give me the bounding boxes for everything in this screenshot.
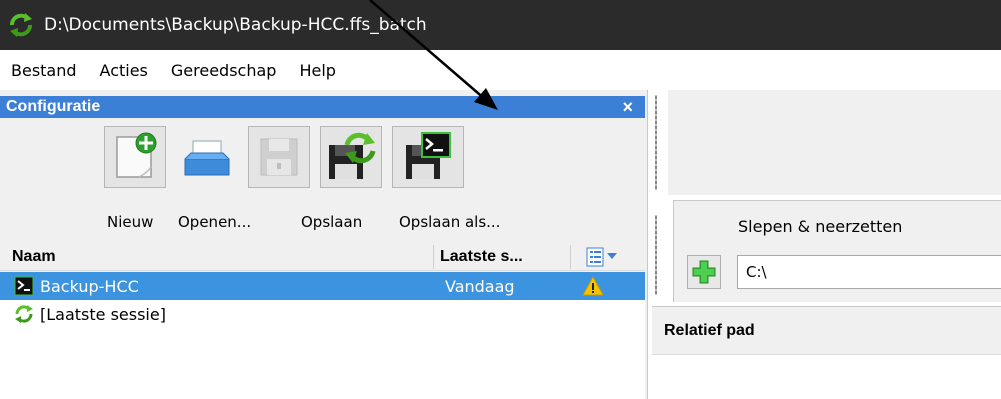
results-header: Relatief pad	[652, 307, 1001, 355]
config-row-backup-hcc[interactable]: Backup-HCC Vandaag	[0, 272, 645, 300]
batch-config-icon	[14, 276, 34, 296]
title-bar: D:\Documents\Backup\Backup-HCC.ffs_batch	[0, 0, 1001, 50]
save-button[interactable]	[248, 126, 310, 188]
menu-bar: Bestand Acties Gereedschap Help	[0, 50, 1001, 90]
config-row-last-sync: Vandaag	[445, 276, 515, 296]
panel-splitter[interactable]	[652, 95, 660, 190]
save-as-batch-icon	[406, 132, 451, 179]
menu-bestand[interactable]: Bestand	[8, 59, 80, 82]
config-row-name: [Laatste sessie]	[40, 304, 166, 324]
save-as-label: Opslaan als...	[399, 213, 501, 231]
warning-icon	[582, 276, 604, 296]
folder-path-input[interactable]	[737, 255, 1001, 289]
sync-icon	[15, 305, 33, 323]
drag-drop-label: Slepen & neerzetten	[738, 217, 903, 236]
save-label: Opslaan	[301, 213, 363, 231]
column-name-header[interactable]: Naam	[12, 248, 56, 266]
panel-splitter[interactable]	[652, 215, 660, 295]
menu-gereedschap[interactable]: Gereedschap	[168, 59, 280, 82]
config-list: Backup-HCC Vandaag [Laatste sessie]	[0, 272, 645, 399]
configuration-panel: Configuratie × Nieuw Openen... Opslaan O…	[0, 90, 648, 399]
open-icon	[184, 140, 230, 176]
column-divider[interactable]	[570, 245, 571, 269]
config-list-header: Naam Laatste s...	[0, 243, 645, 271]
column-last-sync-header[interactable]: Laatste s...	[440, 248, 523, 266]
results-panel: Relatief pad	[652, 306, 1001, 399]
window-title: D:\Documents\Backup\Backup-HCC.ffs_batch	[44, 15, 427, 35]
open-label: Openen...	[178, 213, 252, 231]
column-options-icon[interactable]	[585, 246, 623, 268]
save-as-button[interactable]	[320, 126, 382, 188]
config-row-name: Backup-HCC	[40, 276, 139, 296]
config-row-last-session[interactable]: [Laatste sessie]	[0, 300, 645, 328]
save-as-batch-button[interactable]	[392, 126, 464, 188]
column-divider[interactable]	[433, 245, 434, 269]
open-button[interactable]	[176, 126, 238, 188]
relative-path-column-header[interactable]: Relatief pad	[664, 322, 755, 340]
menu-acties[interactable]: Acties	[97, 59, 151, 82]
save-icon	[260, 138, 298, 176]
new-config-button[interactable]	[104, 126, 166, 188]
save-as-icon	[329, 132, 376, 179]
folder-pair-panel: Slepen & neerzetten	[673, 200, 1001, 302]
close-panel-button[interactable]: ×	[622, 96, 633, 118]
add-folder-pair-button[interactable]	[687, 255, 721, 289]
new-config-label: Nieuw	[107, 213, 154, 231]
plus-icon	[692, 260, 716, 284]
top-toolbar-area	[668, 90, 1001, 195]
panel-title: Configuratie	[6, 98, 101, 115]
sync-app-icon	[10, 13, 32, 37]
configuration-panel-header: Configuratie ×	[0, 96, 645, 118]
new-config-icon	[116, 132, 157, 178]
menu-help[interactable]: Help	[296, 59, 338, 82]
